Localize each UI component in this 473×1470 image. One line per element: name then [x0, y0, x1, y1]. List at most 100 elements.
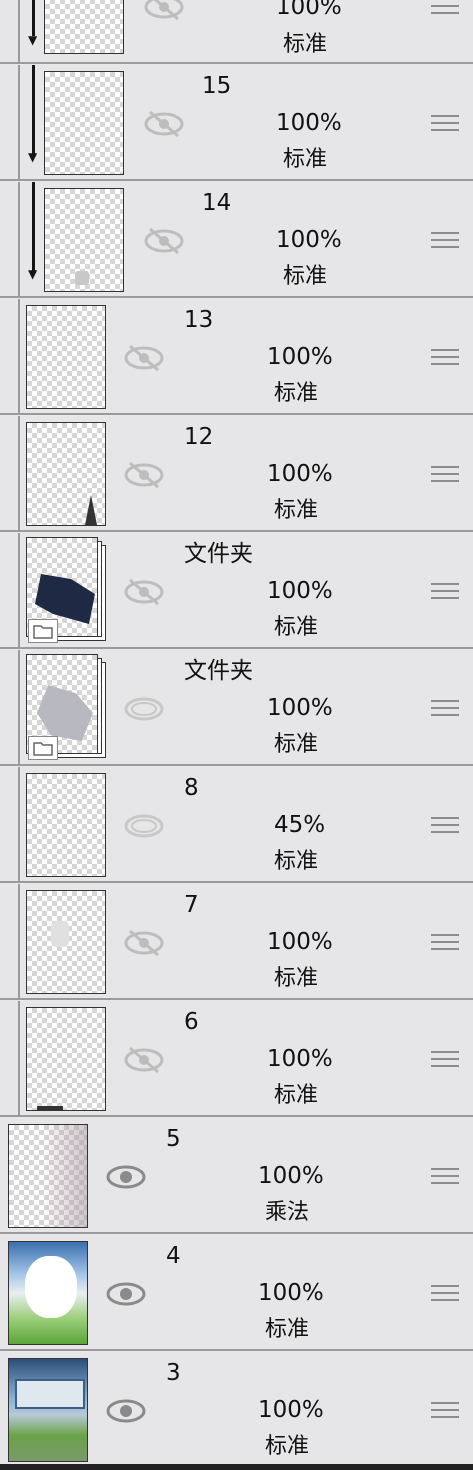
drag-handle-icon[interactable]	[431, 0, 459, 16]
layer-blend-mode: 标准	[274, 1083, 319, 1108]
folder-indent-line	[18, 884, 20, 998]
folder-row[interactable]: 文件夹 100% 标准	[0, 533, 473, 649]
layer-row[interactable]: 12 100% 标准	[0, 416, 473, 532]
layer-blend-mode: 标准	[265, 1434, 310, 1459]
folder-thumbnail	[26, 654, 108, 762]
layer-thumbnail	[8, 1241, 88, 1345]
layer-name: 4	[166, 1243, 181, 1269]
layer-opacity: 100%	[267, 695, 333, 721]
layer-blend-mode: 标准	[274, 615, 319, 640]
layer-row[interactable]: 13 100% 标准	[0, 299, 473, 415]
layer-opacity: 100%	[258, 1163, 324, 1189]
clip-indicator	[32, 65, 35, 157]
layer-opacity: 100%	[267, 461, 333, 487]
drag-handle-icon[interactable]	[431, 1168, 459, 1186]
layer-opacity: 100%	[267, 1046, 333, 1072]
folder-indent-line	[18, 65, 20, 179]
layer-opacity: 45%	[274, 812, 326, 838]
drag-handle-icon[interactable]	[431, 1051, 459, 1069]
drag-handle-icon[interactable]	[431, 1285, 459, 1303]
layer-row[interactable]: ▼ 15 100% 标准	[0, 65, 473, 181]
eye-off-icon[interactable]	[142, 107, 186, 141]
layer-blend-mode: 标准	[274, 381, 319, 406]
drag-handle-icon[interactable]	[431, 466, 459, 484]
layer-opacity: 100%	[276, 110, 342, 136]
layer-blend-mode: 标准	[283, 147, 328, 172]
drag-handle-icon[interactable]	[431, 115, 459, 133]
drag-handle-icon[interactable]	[431, 583, 459, 601]
layer-row[interactable]: 6 100% 标准	[0, 1001, 473, 1117]
layer-name: 6	[184, 1009, 199, 1035]
layer-blend-mode: 标准	[283, 32, 328, 57]
eye-off-icon[interactable]	[142, 0, 186, 24]
layer-name: 文件夹	[184, 541, 253, 567]
clip-arrow-icon: ▼	[28, 33, 38, 47]
layer-opacity: 100%	[258, 1397, 324, 1423]
layer-blend-mode: 标准	[274, 732, 319, 757]
layer-row[interactable]: 7 100% 标准	[0, 884, 473, 1000]
layer-thumbnail	[26, 1007, 106, 1111]
folder-icon	[28, 619, 58, 643]
layer-name: 14	[202, 190, 232, 216]
drag-handle-icon[interactable]	[431, 232, 459, 250]
bottom-edge	[0, 1464, 473, 1470]
layer-thumbnail	[8, 1124, 88, 1228]
eye-off-icon[interactable]	[122, 1043, 166, 1077]
eye-off-icon[interactable]	[122, 458, 166, 492]
clip-arrow-icon: ▼	[28, 267, 38, 281]
layer-thumbnail	[26, 773, 106, 877]
layer-opacity: 100%	[267, 344, 333, 370]
folder-indent-line	[18, 299, 20, 413]
eye-off-icon[interactable]	[122, 575, 166, 609]
layer-name: 13	[184, 307, 214, 333]
layer-thumbnail	[44, 188, 124, 292]
layer-blend-mode: 标准	[283, 264, 328, 289]
drag-handle-icon[interactable]	[431, 817, 459, 835]
folder-indent-line	[18, 1001, 20, 1115]
layer-row[interactable]: 8 45% 标准	[0, 767, 473, 883]
clip-indicator	[32, 0, 35, 36]
layer-row[interactable]: 5 100% 乘法	[0, 1118, 473, 1234]
drag-handle-icon[interactable]	[431, 934, 459, 952]
clip-arrow-icon: ▼	[28, 150, 38, 164]
eye-icon[interactable]	[122, 809, 166, 843]
layer-name: 7	[184, 892, 199, 918]
layer-blend-mode: 标准	[274, 498, 319, 523]
clip-indicator	[32, 182, 35, 274]
layer-name: 8	[184, 775, 199, 801]
layer-opacity: 100%	[267, 578, 333, 604]
folder-row[interactable]: 文件夹 100% 标准	[0, 650, 473, 766]
folder-indent-line	[18, 0, 20, 62]
layer-blend-mode: 乘法	[265, 1200, 310, 1225]
layer-opacity: 100%	[276, 227, 342, 253]
eye-icon[interactable]	[104, 1160, 148, 1194]
layer-thumbnail	[26, 305, 106, 409]
drag-handle-icon[interactable]	[431, 700, 459, 718]
eye-off-icon[interactable]	[122, 926, 166, 960]
layer-row[interactable]: 3 100% 标准	[0, 1352, 473, 1470]
layer-row[interactable]: ▼ 100% 标准	[0, 0, 473, 64]
folder-indent-line	[18, 182, 20, 296]
folder-indent-line	[18, 416, 20, 530]
layer-opacity: 100%	[276, 0, 342, 20]
folder-thumbnail	[26, 537, 108, 645]
eye-icon[interactable]	[104, 1277, 148, 1311]
folder-indent-line	[18, 767, 20, 881]
eye-off-icon[interactable]	[142, 224, 186, 258]
folder-icon	[28, 736, 58, 760]
layer-row[interactable]: ▼ 14 100% 标准	[0, 182, 473, 298]
eye-icon[interactable]	[104, 1394, 148, 1428]
drag-handle-icon[interactable]	[431, 349, 459, 367]
drag-handle-icon[interactable]	[431, 1402, 459, 1420]
folder-indent-line	[18, 533, 20, 647]
layer-thumbnail	[44, 71, 124, 175]
layer-thumbnail	[26, 422, 106, 526]
layer-opacity: 100%	[267, 929, 333, 955]
layer-name: 12	[184, 424, 214, 450]
eye-off-icon[interactable]	[122, 341, 166, 375]
eye-icon[interactable]	[122, 692, 166, 726]
layer-thumbnail	[8, 1358, 88, 1462]
layer-thumbnail	[26, 890, 106, 994]
layer-row[interactable]: 4 100% 标准	[0, 1235, 473, 1351]
layer-blend-mode: 标准	[274, 849, 319, 874]
